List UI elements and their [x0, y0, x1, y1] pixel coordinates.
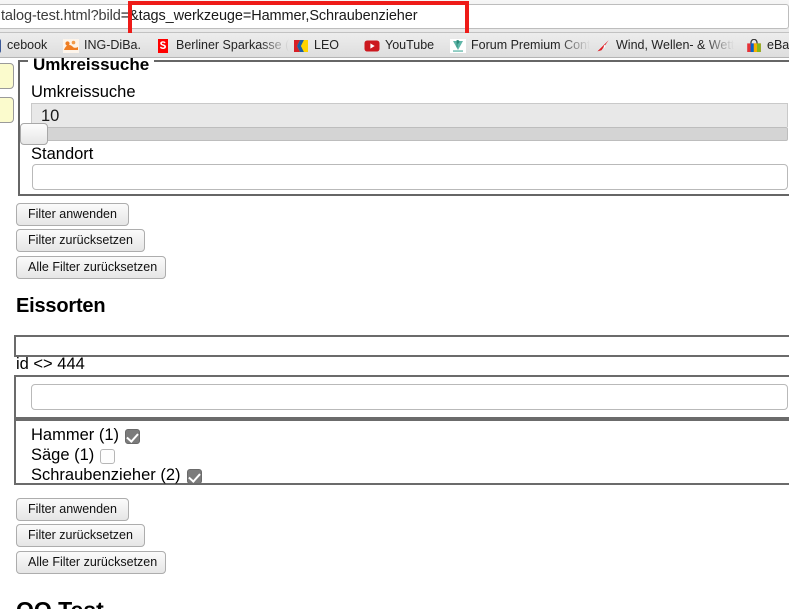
leo-icon: [294, 39, 308, 52]
clipped-yellow-input-2[interactable]: [0, 97, 14, 123]
clipped-yellow-input-1[interactable]: [0, 63, 14, 89]
bookmark-berliner-sparkasse[interactable]: Berliner Sparkasse (: [155, 33, 290, 57]
eissorten-search-input[interactable]: [31, 384, 788, 410]
eissorten-condition-text: id <> 444: [16, 355, 85, 373]
eissorten-top-box[interactable]: [14, 335, 789, 357]
bookmark-forum-premium[interactable]: Forum Premium Cont: [450, 33, 591, 57]
option-label: Schraubenzieher (2): [31, 466, 181, 484]
filter-reset-all-button-top[interactable]: Alle Filter zurücksetzen: [16, 256, 166, 279]
page-content: Umkreissuche Umkreissuche 10 Standort Fi…: [0, 58, 789, 609]
option-row-schraubenzieher[interactable]: Schraubenzieher (2): [31, 466, 202, 485]
standort-input[interactable]: [32, 164, 788, 190]
youtube-icon: [364, 40, 380, 51]
option-row-saege[interactable]: Säge (1): [31, 446, 116, 465]
bookmark-label: Wind, Wellen- & Wett: [616, 38, 735, 52]
standort-label: Standort: [31, 145, 94, 163]
bookmark-label: YouTube: [385, 38, 435, 52]
sparkasse-icon: [158, 38, 168, 53]
filter-reset-button-bottom[interactable]: Filter zurücksetzen: [16, 524, 145, 547]
option-label: Hammer (1): [31, 426, 120, 444]
address-bar-text: talog-test.html?bild=&tags_werkzeuge=Ham…: [1, 8, 418, 24]
bookmark-ing-diba[interactable]: ING-DiBa.: [63, 33, 141, 57]
facebook-icon: [0, 38, 1, 53]
bookmark-label: LEO: [314, 38, 340, 52]
windfinder-icon: [597, 39, 609, 51]
checkbox-schraubenzieher[interactable]: [186, 469, 202, 484]
umkreissuche-range-value: 10: [31, 103, 788, 127]
umkreissuche-range-label: Umkreissuche: [31, 83, 136, 101]
bookmark-leo[interactable]: LEO: [293, 33, 340, 57]
filter-apply-button-top[interactable]: Filter anwenden: [16, 203, 129, 226]
bookmark-label: ING-DiBa.: [84, 38, 141, 52]
filter-reset-all-button-bottom[interactable]: Alle Filter zurücksetzen: [16, 551, 166, 574]
browser-chrome: talog-test.html?bild=&tags_werkzeuge=Ham…: [0, 0, 789, 58]
option-row-hammer[interactable]: Hammer (1): [31, 426, 141, 445]
bookmark-ebay[interactable]: eBa: [746, 33, 789, 57]
bookmark-label: eBa: [767, 38, 789, 52]
bookmark-youtube[interactable]: YouTube: [364, 33, 435, 57]
url-query-fragment: =&tags_werkzeuge=Hammer,Schraubenzieher: [120, 8, 418, 24]
ing-diba-icon: [63, 38, 79, 53]
bookmark-label: Forum Premium Cont: [471, 38, 591, 52]
filter-reset-button-top[interactable]: Filter zurücksetzen: [16, 229, 145, 252]
bookmark-label: cebook: [7, 38, 48, 52]
option-label: Säge (1): [31, 446, 95, 464]
forum-premium-icon: [450, 38, 466, 53]
checkbox-saege[interactable]: [100, 449, 116, 464]
ebay-icon: [747, 38, 761, 52]
bookmarks-bar: cebook ING-DiBa. Berliner Sparkasse (LE…: [0, 33, 789, 58]
eissorten-heading: Eissorten: [16, 295, 106, 317]
checkbox-hammer[interactable]: [125, 429, 141, 444]
umkreissuche-legend: Umkreissuche: [28, 58, 155, 73]
bookmark-label: Berliner Sparkasse (: [176, 38, 290, 52]
address-bar[interactable]: talog-test.html?bild=&tags_werkzeuge=Ham…: [0, 4, 789, 29]
umkreissuche-range-thumb[interactable]: [20, 123, 48, 145]
bottom-cut-heading: OO Test: [16, 598, 276, 609]
filter-apply-button-bottom[interactable]: Filter anwenden: [16, 498, 129, 521]
bookmark-windfinder[interactable]: Wind, Wellen- & Wett: [595, 33, 735, 57]
umkreissuche-range-slider[interactable]: [20, 123, 788, 145]
bookmark-facebook[interactable]: cebook: [0, 33, 48, 57]
url-prefix: talog-test.html?bild: [1, 8, 121, 24]
url-bar-row: talog-test.html?bild=&tags_werkzeuge=Ham…: [0, 0, 789, 37]
